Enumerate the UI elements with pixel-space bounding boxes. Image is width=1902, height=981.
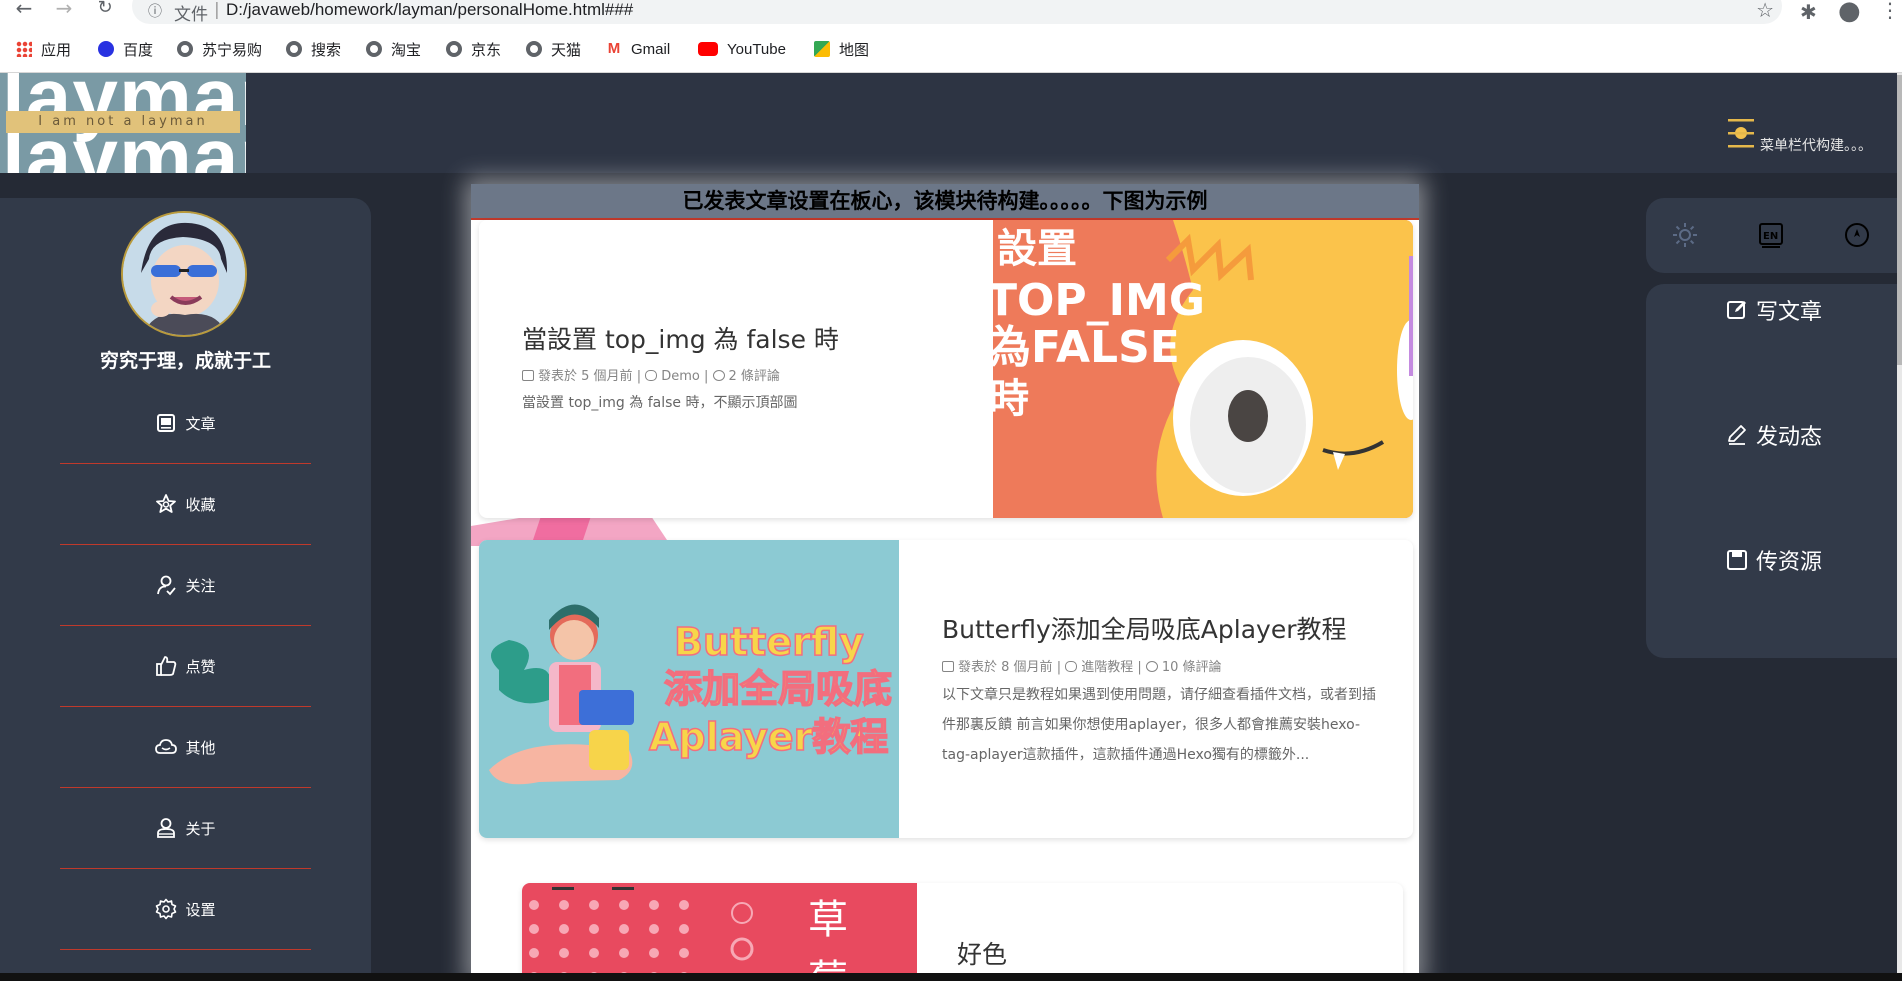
- bookmark-gmail[interactable]: M Gmail: [606, 38, 670, 60]
- logo-tagline: I am not a layman: [6, 111, 240, 133]
- motto: 穷究于理，成就于工: [99, 350, 271, 372]
- comments-icon: [1145, 661, 1158, 672]
- bookmark-baidu[interactable]: 百度: [98, 38, 153, 60]
- calendar-icon: [942, 661, 954, 672]
- avatar[interactable]: [121, 211, 247, 337]
- bookmark-suning[interactable]: 苏宁易购: [177, 38, 262, 60]
- article-icon: [155, 412, 177, 434]
- comments-icon: [712, 370, 725, 381]
- globe-icon: [446, 41, 462, 57]
- post-cover[interactable]: 設置 TOP_IMG 為FALSE 時: [993, 220, 1413, 518]
- language-en-icon[interactable]: EN: [1758, 222, 1784, 248]
- globe-icon: [366, 41, 382, 57]
- cloud-icon: [155, 736, 178, 758]
- post-meta: 發表於 5 個月前 | Demo | 2 條評論: [522, 365, 780, 384]
- cover-text-line: 設置: [997, 226, 1077, 272]
- inbox-icon: [1065, 661, 1078, 672]
- sidebar-item-favorites[interactable]: 收藏: [60, 464, 311, 545]
- sidebar-item-about[interactable]: 关于: [60, 788, 311, 869]
- post-card[interactable]: 當設置 top_img 為 false 時 發表於 5 個月前 | Demo |…: [479, 220, 1413, 518]
- page-scrollbar-thumb[interactable]: [1897, 75, 1902, 365]
- compass-icon[interactable]: [1844, 222, 1870, 248]
- bookmark-taobao[interactable]: 淘宝: [366, 38, 421, 60]
- bookmark-star-icon[interactable]: ☆: [1756, 0, 1774, 22]
- back-icon[interactable]: ←: [12, 0, 36, 20]
- reload-icon[interactable]: ↻: [93, 0, 117, 20]
- cover-text-line: TOP_IMG: [993, 275, 1205, 326]
- post-title[interactable]: Butterfly添加全局吸底Aplayer教程: [942, 610, 1347, 646]
- profile-icon[interactable]: ●: [1838, 0, 1861, 26]
- edit-square-icon: [1727, 301, 1746, 319]
- write-article-button[interactable]: 写文章: [1726, 294, 1822, 326]
- cover-text-line: Aplayer教程: [649, 715, 888, 759]
- cover-text-line: Butterfly: [674, 620, 864, 664]
- address-bar[interactable]: ⓘ 文件 | D:/javaweb/homework/layman/person…: [132, 0, 1782, 25]
- sidebar-menu: 文章 收藏 关注 点赞 其他 关于 设置: [60, 383, 311, 950]
- forward-icon[interactable]: →: [52, 0, 76, 20]
- maps-pin-icon: [814, 41, 830, 57]
- gear-icon: [155, 898, 177, 920]
- extensions-icon[interactable]: ✱: [1800, 0, 1817, 24]
- post-card[interactable]: Butterfly 添加全局吸底 Aplayer教程 Butterfly添加全局…: [479, 540, 1413, 838]
- address-file-label: 文件: [174, 5, 208, 25]
- post-card[interactable]: 草 莓 好色: [522, 883, 1403, 981]
- cover-text-line: 草: [808, 897, 848, 943]
- post-meta: 發表於 8 個月前 | 進階教程 | 10 條評論: [942, 656, 1222, 675]
- bookmark-search[interactable]: 搜索: [286, 38, 341, 60]
- sidebar-item-likes[interactable]: 点赞: [60, 626, 311, 707]
- calendar-icon: [522, 370, 534, 381]
- post-excerpt: 以下文章只是教程如果遇到使用問題，请仔細查看插件文档，或者到插件那裏反饋 前言如…: [942, 687, 1376, 763]
- save-icon: [1727, 550, 1747, 570]
- globe-icon: [526, 41, 542, 57]
- cover-text-line: 添加全局吸底: [664, 667, 892, 711]
- post-title[interactable]: 當設置 top_img 為 false 時: [522, 320, 839, 356]
- sun-icon[interactable]: [1672, 222, 1698, 248]
- browser-toolbar: ← → ↻ ⓘ 文件 | D:/javaweb/homework/layman/…: [0, 0, 1902, 73]
- bookmark-maps[interactable]: 地图: [814, 38, 869, 60]
- post-cover[interactable]: Butterfly 添加全局吸底 Aplayer教程: [479, 540, 899, 838]
- youtube-icon: [698, 42, 718, 56]
- sidebar-item-other[interactable]: 其他: [60, 707, 311, 788]
- right-action-panel: 写文章 发动态 传资源: [1646, 284, 1902, 658]
- menu-icon[interactable]: [1726, 117, 1756, 149]
- main-content: 已发表文章设置在板心，该模块待构建。。。。。下图为示例 當設置 top_img …: [471, 184, 1419, 981]
- post-excerpt: 當設置 top_img 為 false 時，不顯示頂部圖: [522, 395, 798, 411]
- user-follow-icon: [155, 574, 177, 596]
- bookmark-youtube[interactable]: YouTube: [698, 38, 786, 60]
- globe-icon: [177, 41, 193, 57]
- address-url[interactable]: D:/javaweb/homework/layman/personalHome.…: [226, 0, 633, 20]
- site-header: layman layman I am not a layman 菜单栏代构建。。…: [0, 73, 1897, 173]
- cover-text-line: 為FALSE: [993, 322, 1180, 373]
- upload-resource-button[interactable]: 传资源: [1726, 544, 1822, 576]
- post-status-button[interactable]: 发动态: [1726, 419, 1822, 451]
- post-cover[interactable]: 草 莓: [522, 883, 917, 981]
- bookmark-tmall[interactable]: 天猫: [526, 38, 581, 60]
- baidu-paw-icon: [98, 41, 114, 57]
- bookmark-apps[interactable]: 应用: [16, 38, 71, 60]
- sidebar-item-settings[interactable]: 设置: [60, 869, 311, 950]
- globe-icon: [286, 41, 302, 57]
- more-menu-icon[interactable]: ⋮: [1880, 0, 1900, 22]
- thumbs-up-icon: [155, 655, 177, 677]
- svg-text:EN: EN: [1763, 231, 1778, 242]
- menu-placeholder-text: 菜单栏代构建。。。: [1760, 138, 1872, 154]
- sidebar-item-articles[interactable]: 文章: [60, 383, 311, 464]
- post-title[interactable]: 好色: [957, 935, 1007, 971]
- site-logo[interactable]: layman layman I am not a layman: [0, 73, 246, 173]
- gmail-icon: M: [606, 40, 622, 57]
- pen-icon: [1728, 425, 1746, 445]
- apps-grid-icon: [16, 41, 32, 57]
- star-icon: [155, 493, 177, 515]
- bookmark-jd[interactable]: 京东: [446, 38, 501, 60]
- person-icon: [155, 817, 177, 839]
- sidebar-item-follow[interactable]: 关注: [60, 545, 311, 626]
- notice-banner: 已发表文章设置在板心，该模块待构建。。。。。下图为示例: [471, 184, 1419, 220]
- cover-text-line: 時: [993, 376, 1029, 422]
- right-toolbar: EN: [1646, 198, 1902, 273]
- taskbar-edge: [0, 973, 1902, 981]
- left-sidebar: 穷究于理，成就于工 文章 收藏 关注 点赞 其他 关于 设置: [0, 198, 371, 981]
- inbox-icon: [645, 370, 658, 381]
- info-icon[interactable]: ⓘ: [148, 1, 162, 21]
